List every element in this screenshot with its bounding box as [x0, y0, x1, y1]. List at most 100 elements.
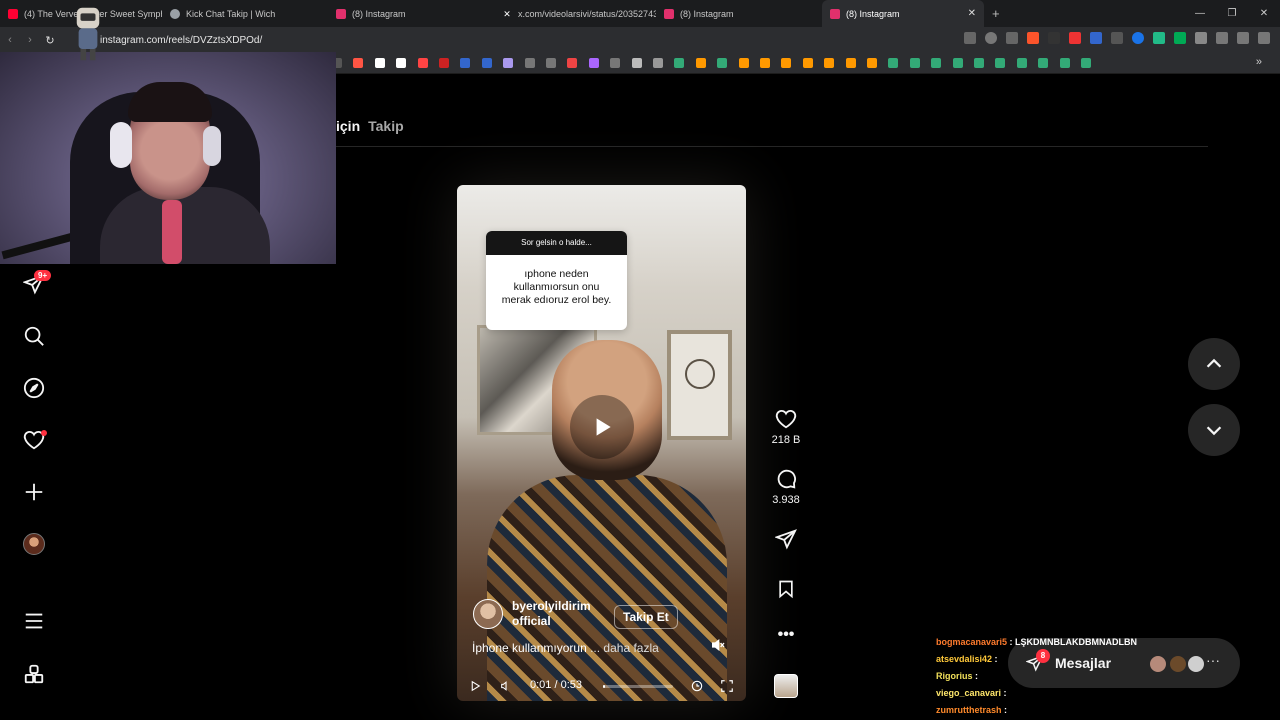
bookmark-icon[interactable]: [760, 58, 770, 68]
notification-dot: [41, 430, 47, 436]
bookmark-icon[interactable]: [374, 58, 385, 68]
bookmark-icon[interactable]: [417, 58, 428, 68]
bookmark-icon[interactable]: [909, 58, 920, 68]
menu-icon[interactable]: [1258, 32, 1270, 44]
hamburger-menu-icon[interactable]: [22, 609, 46, 633]
more-bookmarks-icon[interactable]: »: [1256, 56, 1262, 68]
puzzle-icon[interactable]: [1195, 32, 1207, 44]
bookmark-icon[interactable]: [802, 58, 813, 68]
bookmark-icon[interactable]: [460, 58, 471, 68]
media-icon[interactable]: [1237, 32, 1249, 44]
audio-thumbnail[interactable]: [774, 674, 798, 698]
chat-username: zumrutthetrash: [936, 705, 1002, 715]
bookmark-icon[interactable]: [888, 58, 899, 68]
explore-icon[interactable]: [22, 376, 46, 400]
extension-icon[interactable]: [1153, 32, 1165, 44]
bookmark-icon[interactable]: [588, 58, 599, 68]
progress-bar[interactable]: [603, 685, 673, 688]
also-from-meta-icon[interactable]: [22, 662, 46, 686]
extension-icon[interactable]: [1111, 32, 1123, 44]
bookmark-icon[interactable]: [567, 58, 578, 68]
bookmark-icon[interactable]: [781, 58, 792, 68]
sidebar-icon[interactable]: [1216, 32, 1228, 44]
bookmark-icon[interactable]: [974, 58, 984, 68]
minimize-button[interactable]: —: [1184, 0, 1216, 27]
forward-icon[interactable]: ›: [20, 34, 40, 46]
bookmark-icon[interactable]: [1016, 58, 1027, 68]
bookmark-icon[interactable]: [396, 58, 407, 68]
bookmark-icon[interactable]: [717, 58, 728, 68]
bookmark-icon[interactable]: [824, 58, 835, 68]
replay-icon[interactable]: [690, 679, 704, 698]
play-overlay-icon[interactable]: [570, 395, 634, 459]
comment-action[interactable]: 3.938: [766, 468, 806, 506]
extension-icon[interactable]: [1069, 32, 1081, 44]
restore-button[interactable]: ❐: [1216, 0, 1248, 27]
url-field[interactable]: instagram.com/reels/DVZztsXDPOd/: [100, 35, 262, 46]
tab-kick-chat[interactable]: Kick Chat Takip | Wich: [162, 0, 328, 27]
back-icon[interactable]: ‹: [0, 34, 20, 46]
author-avatar[interactable]: [473, 599, 503, 629]
bookmark-icon[interactable]: [1059, 58, 1070, 68]
bookmark-icon[interactable]: [931, 58, 942, 68]
tab-instagram-1[interactable]: (8) Instagram: [328, 0, 494, 27]
bookmark-icon[interactable]: [867, 58, 877, 68]
next-reel-button[interactable]: [1188, 404, 1240, 456]
share-action[interactable]: [766, 528, 806, 554]
extension-icon[interactable]: [1174, 32, 1186, 44]
bookmark-icon[interactable]: [610, 58, 621, 68]
tab-instagram-2[interactable]: (8) Instagram: [656, 0, 822, 27]
caption-more-link[interactable]: ... daha fazla: [590, 641, 659, 655]
previous-reel-button[interactable]: [1188, 338, 1240, 390]
muted-icon[interactable]: [710, 637, 726, 658]
like-count: 218 B: [771, 434, 801, 446]
create-icon[interactable]: [22, 480, 46, 504]
bookmark-icon[interactable]: [674, 58, 685, 68]
share-icon[interactable]: [1006, 32, 1018, 44]
bookmark-icon[interactable]: [546, 58, 556, 68]
more-options-icon[interactable]: •••: [766, 626, 806, 644]
extension-icon[interactable]: [1090, 32, 1102, 44]
window-controls: — ❐ ✕: [1184, 0, 1280, 27]
author-name[interactable]: byerolyildirim official: [512, 599, 602, 629]
fullscreen-icon[interactable]: [720, 679, 734, 698]
bookmark-icon[interactable]: [1038, 58, 1049, 68]
bookmark-icon[interactable]: [1081, 58, 1091, 68]
tab-instagram-active[interactable]: (8) Instagram ✕: [822, 0, 984, 27]
bookmark-icon[interactable]: [631, 58, 642, 68]
reel-author[interactable]: byerolyildirim official: [473, 599, 602, 629]
bookmark-icon[interactable]: [738, 58, 749, 68]
like-action[interactable]: 218 B: [766, 408, 806, 446]
profile-avatar-icon[interactable]: [22, 532, 46, 556]
extension-icon[interactable]: [1132, 32, 1144, 44]
follow-button[interactable]: Takip Et: [614, 605, 678, 629]
reel-caption[interactable]: İphone kullanmıyorun ... daha fazla: [472, 641, 659, 655]
bookmark-icon[interactable]: [481, 58, 492, 68]
brave-shield-icon[interactable]: [1027, 32, 1039, 44]
new-tab-button[interactable]: +: [984, 6, 1008, 21]
bookmark-icon[interactable]: [439, 58, 449, 68]
close-window-button[interactable]: ✕: [1248, 0, 1280, 27]
zoom-icon[interactable]: [985, 32, 997, 44]
bookmark-icon[interactable]: [524, 58, 535, 68]
close-tab-icon[interactable]: ✕: [968, 8, 976, 19]
reload-icon[interactable]: ↻: [40, 34, 60, 47]
search-icon[interactable]: [22, 324, 46, 348]
extension-icons: [964, 32, 1270, 44]
save-action[interactable]: [766, 578, 806, 604]
tab-for-you[interactable]: için: [336, 118, 360, 134]
more-icon[interactable]: ···: [1206, 652, 1220, 668]
cast-icon[interactable]: [964, 32, 976, 44]
bookmark-icon[interactable]: [353, 58, 364, 68]
reel-video[interactable]: Sor gelsin o halde... ıphone neden kulla…: [457, 185, 746, 701]
bookmark-icon[interactable]: [653, 58, 663, 68]
tab-x-status[interactable]: ✕ x.com/videolarsivi/status/203527434: [494, 0, 656, 27]
bookmark-icon[interactable]: [695, 58, 706, 68]
play-icon[interactable]: [469, 679, 482, 698]
volume-icon[interactable]: [499, 679, 512, 698]
bookmark-icon[interactable]: [952, 58, 963, 68]
tab-following[interactable]: Takip: [368, 118, 404, 134]
bookmark-icon[interactable]: [845, 58, 856, 68]
bookmark-icon[interactable]: [503, 58, 514, 68]
bookmark-icon[interactable]: [995, 58, 1006, 68]
